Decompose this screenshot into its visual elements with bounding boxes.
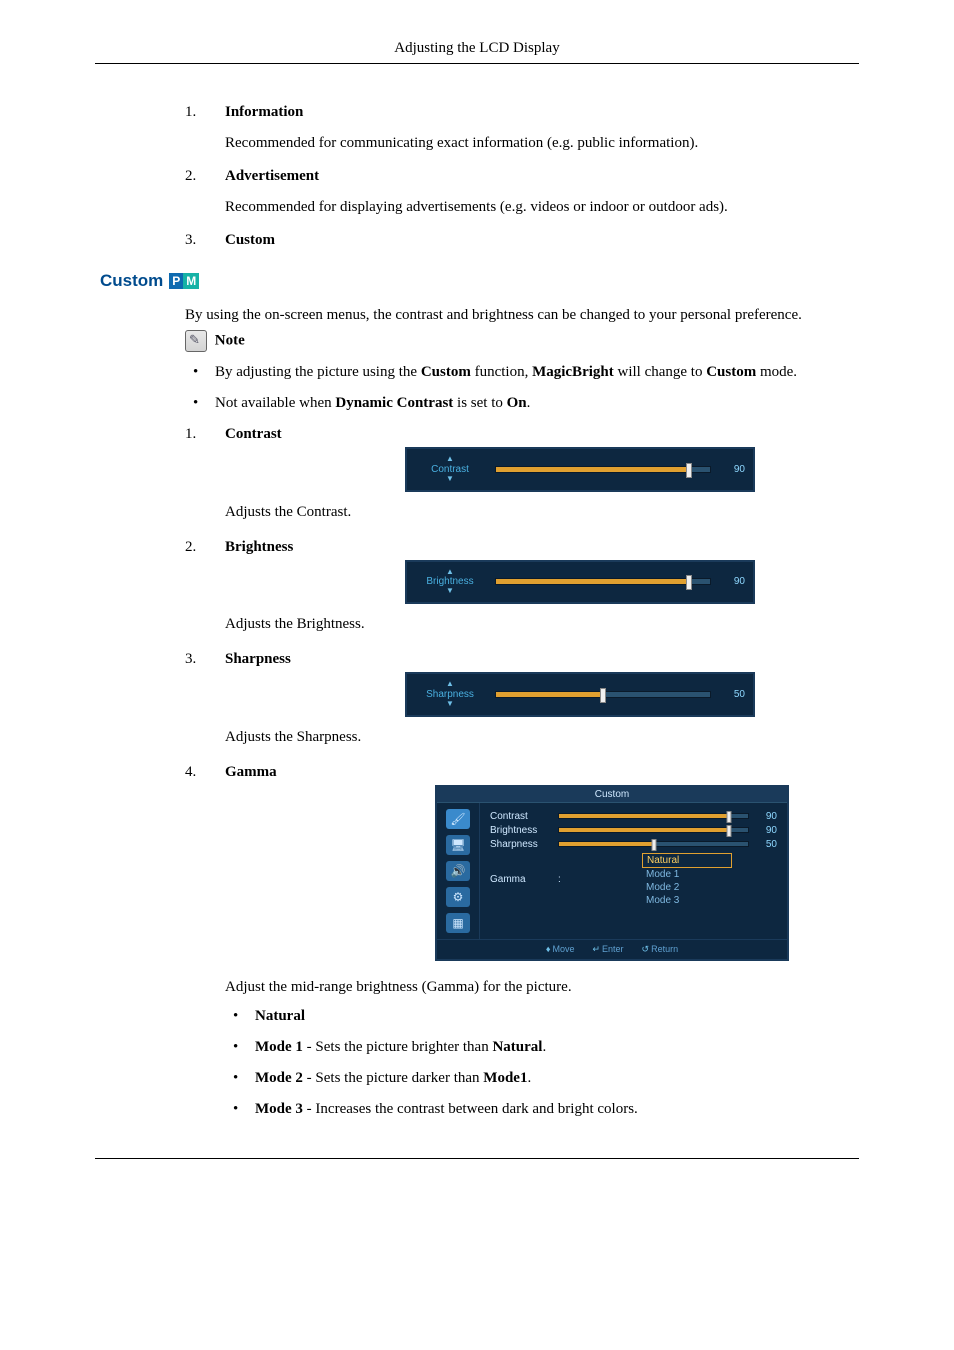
- slider-label: ▲ Sharpness ▼: [415, 680, 485, 709]
- osd-row-contrast[interactable]: Contrast 90: [490, 811, 777, 822]
- intro-list: 1. Information Recommended for communica…: [185, 104, 859, 249]
- gamma-option-mode1[interactable]: Mode 1: [642, 868, 732, 881]
- list-item: 3. Custom: [185, 232, 859, 249]
- note-icon: [185, 330, 207, 352]
- list-item-sharpness: 3. Sharpness ▲ Sharpness ▼ 50 Adjusts th…: [185, 651, 859, 746]
- osd-row-sharpness[interactable]: Sharpness 50: [490, 839, 777, 850]
- osd-sidebar: 🖌 🖥 🔊 ⚙ ▦: [437, 803, 480, 939]
- item-number: 3.: [185, 651, 196, 668]
- osd-move-hint: ♦Move: [546, 944, 575, 955]
- note-item: Not available when Dynamic Contrast is s…: [185, 395, 859, 412]
- item-number: 3.: [185, 232, 196, 249]
- gamma-desc: Adjust the mid-range brightness (Gamma) …: [225, 979, 859, 996]
- note-list: By adjusting the picture using the Custo…: [185, 364, 859, 412]
- sharpness-slider[interactable]: [495, 691, 711, 698]
- note-row: Note: [185, 330, 859, 352]
- slider-value: 50: [721, 689, 745, 700]
- slider-label: ▲ Contrast ▼: [415, 455, 485, 484]
- item-number: 2.: [185, 168, 196, 185]
- item-number: 1.: [185, 104, 196, 121]
- gamma-osd-panel: Custom 🖌 🖥 🔊 ⚙ ▦ Contrast: [435, 785, 789, 961]
- gamma-mode-list: Natural Mode 1 - Sets the picture bright…: [225, 1008, 859, 1118]
- osd-row-brightness[interactable]: Brightness 90: [490, 825, 777, 836]
- gamma-option-mode3[interactable]: Mode 3: [642, 894, 732, 907]
- custom-items: 1. Contrast ▲ Contrast ▼ 90 Adjusts the …: [185, 426, 859, 1118]
- item-title: Advertisement: [225, 168, 319, 184]
- gamma-mode-item: Mode 3 - Increases the contrast between …: [225, 1101, 859, 1118]
- note-item: By adjusting the picture using the Custo…: [185, 364, 859, 381]
- osd-enter-hint: ↵Enter: [592, 944, 623, 955]
- gamma-option-mode2[interactable]: Mode 2: [642, 881, 732, 894]
- picture-icon[interactable]: 🖌: [446, 809, 470, 829]
- item-title: Information: [225, 104, 303, 120]
- up-arrow-icon: ▲: [415, 568, 485, 577]
- item-title: Custom: [225, 232, 275, 248]
- osd-title: Custom: [437, 787, 787, 803]
- slider-value: 90: [721, 576, 745, 587]
- sound-icon[interactable]: 🔊: [446, 861, 470, 881]
- page-header: Adjusting the LCD Display: [95, 40, 859, 64]
- badge-m: M: [183, 273, 199, 289]
- footer-rule: [95, 1158, 859, 1159]
- up-arrow-icon: ▲: [415, 455, 485, 464]
- list-item: 2. Advertisement Recommended for display…: [185, 168, 859, 216]
- pm-badge: PM: [169, 273, 199, 289]
- contrast-slider-panel: ▲ Contrast ▼ 90: [405, 447, 755, 492]
- down-arrow-icon: ▼: [415, 700, 485, 709]
- gamma-mode-item: Natural: [225, 1008, 859, 1025]
- item-desc: Recommended for communicating exact info…: [225, 135, 859, 152]
- osd-row-gamma[interactable]: Gamma : Natural Mode 1 Mode 2 Mode 3: [490, 853, 777, 907]
- up-arrow-icon: ▲: [415, 680, 485, 689]
- screen-icon[interactable]: 🖥: [446, 835, 470, 855]
- gamma-dropdown[interactable]: Natural Mode 1 Mode 2 Mode 3: [642, 853, 732, 907]
- slider-label: ▲ Brightness ▼: [415, 568, 485, 597]
- item-title: Sharpness: [225, 651, 291, 667]
- setup-icon[interactable]: ⚙: [446, 887, 470, 907]
- osd-return-hint: ↺Return: [642, 944, 679, 955]
- custom-intro: By using the on-screen menus, the contra…: [185, 307, 859, 324]
- down-arrow-icon: ▼: [415, 475, 485, 484]
- slider-value: 90: [721, 464, 745, 475]
- osd-main: Contrast 90 Brightness 90 Sharpness: [480, 803, 787, 939]
- item-title: Contrast: [225, 426, 282, 442]
- contrast-slider[interactable]: [495, 466, 711, 473]
- sharpness-slider-panel: ▲ Sharpness ▼ 50: [405, 672, 755, 717]
- item-number: 1.: [185, 426, 196, 443]
- osd-footer: ♦Move ↵Enter ↺Return: [437, 939, 787, 959]
- item-number: 2.: [185, 539, 196, 556]
- gamma-option-natural[interactable]: Natural: [642, 853, 732, 868]
- list-item: 1. Information Recommended for communica…: [185, 104, 859, 152]
- list-item-brightness: 2. Brightness ▲ Brightness ▼ 90 Adjusts …: [185, 539, 859, 634]
- brightness-slider[interactable]: [495, 578, 711, 585]
- note-label: Note: [215, 332, 245, 348]
- item-title: Brightness: [225, 539, 293, 555]
- gamma-mode-item: Mode 1 - Sets the picture brighter than …: [225, 1039, 859, 1056]
- brightness-slider-panel: ▲ Brightness ▼ 90: [405, 560, 755, 605]
- section-heading-custom: Custom PM: [100, 271, 954, 291]
- item-desc: Recommended for displaying advertisement…: [225, 199, 859, 216]
- section-heading-text: Custom: [100, 271, 163, 291]
- gamma-mode-item: Mode 2 - Sets the picture darker than Mo…: [225, 1070, 859, 1087]
- list-item-gamma: 4. Gamma Custom 🖌 🖥 🔊 ⚙ ▦: [185, 764, 859, 1118]
- down-arrow-icon: ▼: [415, 587, 485, 596]
- multi-icon[interactable]: ▦: [446, 913, 470, 933]
- item-number: 4.: [185, 764, 196, 781]
- item-title: Gamma: [225, 764, 277, 780]
- item-desc: Adjusts the Brightness.: [225, 616, 859, 633]
- list-item-contrast: 1. Contrast ▲ Contrast ▼ 90 Adjusts the …: [185, 426, 859, 521]
- item-desc: Adjusts the Sharpness.: [225, 729, 859, 746]
- item-desc: Adjusts the Contrast.: [225, 504, 859, 521]
- badge-p: P: [169, 273, 183, 289]
